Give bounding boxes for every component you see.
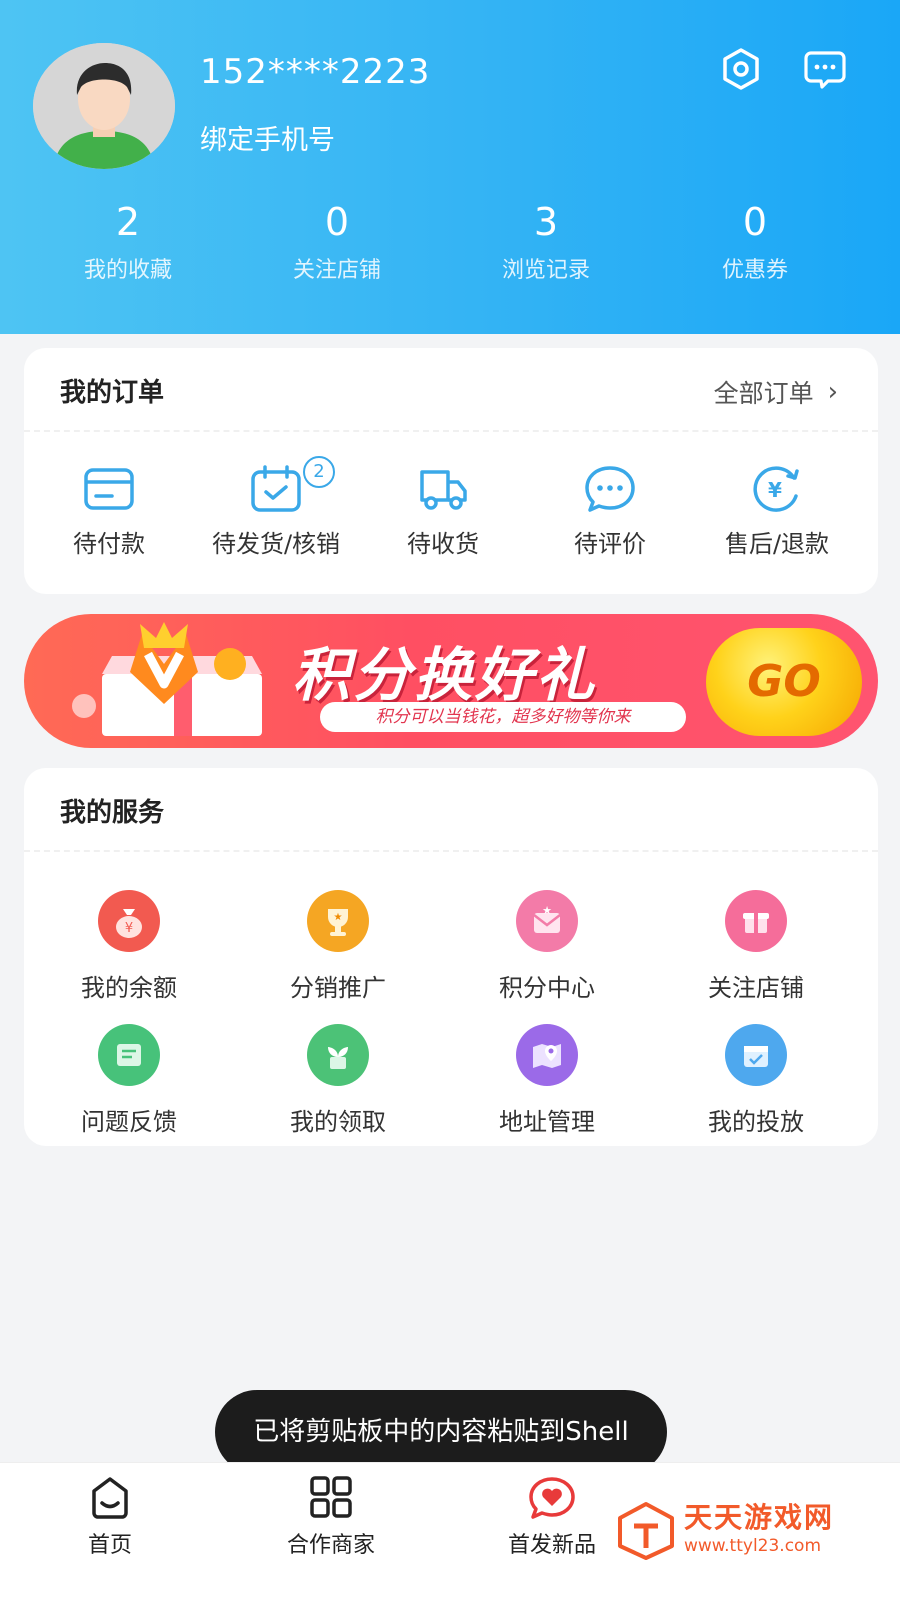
settings-icon[interactable] <box>718 46 764 92</box>
chevron-right-icon: › <box>827 377 838 407</box>
stat-label: 关注店铺 <box>292 258 381 283</box>
service-label: 地址管理 <box>499 1108 595 1136</box>
tab-partners[interactable]: 合作商家 <box>251 1475 411 1559</box>
stat-value: 2 <box>115 200 141 244</box>
watermark-text: 天天游戏网 <box>684 1501 835 1534</box>
divider <box>24 430 878 432</box>
order-after-sales[interactable]: ¥ 售后/退款 <box>692 464 862 559</box>
watermark-url: www.ttyl23.com <box>684 1536 822 1556</box>
order-badge: 2 <box>303 456 335 488</box>
service-my-placement[interactable]: 我的投放 <box>651 1024 861 1137</box>
svg-text:¥: ¥ <box>768 478 782 502</box>
order-pending-shipment[interactable]: 2 待发货/核销 <box>191 456 361 559</box>
order-pending-review[interactable]: 待评价 <box>525 464 695 559</box>
stat-followed-shops[interactable]: 0 关注店铺 <box>237 196 437 284</box>
services-title: 我的服务 <box>60 798 165 828</box>
service-distribution[interactable]: ★ 分销推广 <box>233 890 443 1003</box>
gift-box-icon <box>72 622 262 736</box>
tab-label: 合作商家 <box>286 1533 375 1558</box>
service-address[interactable]: 地址管理 <box>442 1024 652 1137</box>
service-label: 分销推广 <box>290 974 386 1002</box>
order-label: 售后/退款 <box>724 530 830 558</box>
stat-value: 0 <box>324 200 350 244</box>
user-avatar-icon <box>33 43 175 169</box>
money-bag-icon: ¥ <box>98 890 160 952</box>
bind-phone-link[interactable]: 绑定手机号 <box>200 118 335 157</box>
stat-favorites[interactable]: 2 我的收藏 <box>28 196 228 284</box>
all-orders-label: 全部订单 <box>713 379 814 408</box>
svg-text:¥: ¥ <box>125 921 133 936</box>
envelope-icon: ★ <box>516 890 578 952</box>
profile-header: 152****2223 绑定手机号 2 我的收藏 0 关注店铺 3 浏览记录 0 <box>0 0 900 334</box>
divider <box>24 850 878 852</box>
gift-icon <box>725 890 787 952</box>
avatar[interactable] <box>33 43 175 169</box>
service-points-center[interactable]: ★ 积分中心 <box>442 890 652 1003</box>
message-icon[interactable] <box>802 46 848 92</box>
order-pending-payment[interactable]: 待付款 <box>24 464 194 559</box>
chat-icon <box>585 466 635 512</box>
refund-icon: ¥ <box>753 466 799 512</box>
wallet-icon <box>84 468 134 510</box>
stat-value: 0 <box>742 200 768 244</box>
service-followed-shops[interactable]: 关注店铺 <box>651 890 861 1003</box>
stat-label: 浏览记录 <box>501 258 590 283</box>
tab-home[interactable]: 首页 <box>30 1475 190 1559</box>
stat-label: 优惠券 <box>721 258 788 283</box>
svg-text:★: ★ <box>542 904 552 917</box>
service-my-claims[interactable]: 我的领取 <box>233 1024 443 1137</box>
service-label: 关注店铺 <box>708 974 804 1002</box>
feedback-icon <box>98 1024 160 1086</box>
plant-icon <box>307 1024 369 1086</box>
stat-label: 我的收藏 <box>83 258 172 283</box>
banner-go-button[interactable]: GO <box>706 628 862 736</box>
tab-new-arrivals[interactable]: 首发新品 <box>472 1475 632 1559</box>
truck-icon <box>420 470 467 510</box>
map-pin-icon <box>516 1024 578 1086</box>
banner-subtitle: 积分可以当钱花，超多好物等你来 <box>320 702 686 732</box>
service-label: 问题反馈 <box>81 1108 177 1136</box>
points-exchange-banner[interactable]: 积分换好礼 积分可以当钱花，超多好物等你来 GO <box>24 614 878 748</box>
orders-card: 我的订单 全部订单 › 待付款 2 待发货/核销 待收货 待评价 ¥ 售后/退款 <box>24 348 878 594</box>
username: 152****2223 <box>200 52 431 92</box>
service-label: 我的领取 <box>290 1108 386 1136</box>
tab-label: 首发新品 <box>507 1533 596 1558</box>
calendar-icon <box>725 1024 787 1086</box>
orders-title: 我的订单 <box>60 378 165 408</box>
order-label: 待付款 <box>73 530 145 558</box>
order-pending-receipt[interactable]: 待收货 <box>358 464 528 559</box>
service-feedback[interactable]: 问题反馈 <box>24 1024 234 1137</box>
service-label: 我的余额 <box>81 974 177 1002</box>
profile-stats: 2 我的收藏 0 关注店铺 3 浏览记录 0 优惠券 <box>0 196 900 296</box>
watermark-logo-icon <box>618 1502 674 1560</box>
banner-title: 积分换好礼 <box>292 641 598 709</box>
stat-coupons[interactable]: 0 优惠券 <box>655 196 855 284</box>
service-balance[interactable]: ¥ 我的余额 <box>24 890 234 1003</box>
trophy-icon: ★ <box>307 890 369 952</box>
order-label: 待收货 <box>407 530 479 558</box>
stat-value: 3 <box>533 200 559 244</box>
service-label: 我的投放 <box>708 1108 804 1136</box>
service-label: 积分中心 <box>499 974 595 1002</box>
grid-icon <box>310 1476 352 1518</box>
services-card: 我的服务 ¥ 我的余额 ★ 分销推广 ★ 积分中心 关注店铺 问题反馈 我的领取… <box>24 768 878 1146</box>
tab-label: 首页 <box>87 1533 132 1558</box>
site-watermark: 天天游戏网 www.ttyl23.com <box>612 1494 892 1574</box>
heart-chat-icon <box>529 1477 575 1519</box>
order-label: 待评价 <box>574 530 646 558</box>
svg-text:★: ★ <box>334 912 343 923</box>
home-icon <box>92 1477 128 1519</box>
order-label: 待发货/核销 <box>211 530 341 558</box>
all-orders-link[interactable]: 全部订单 › <box>714 374 838 410</box>
calendar-check-icon <box>251 465 301 512</box>
stat-history[interactable]: 3 浏览记录 <box>446 196 646 284</box>
